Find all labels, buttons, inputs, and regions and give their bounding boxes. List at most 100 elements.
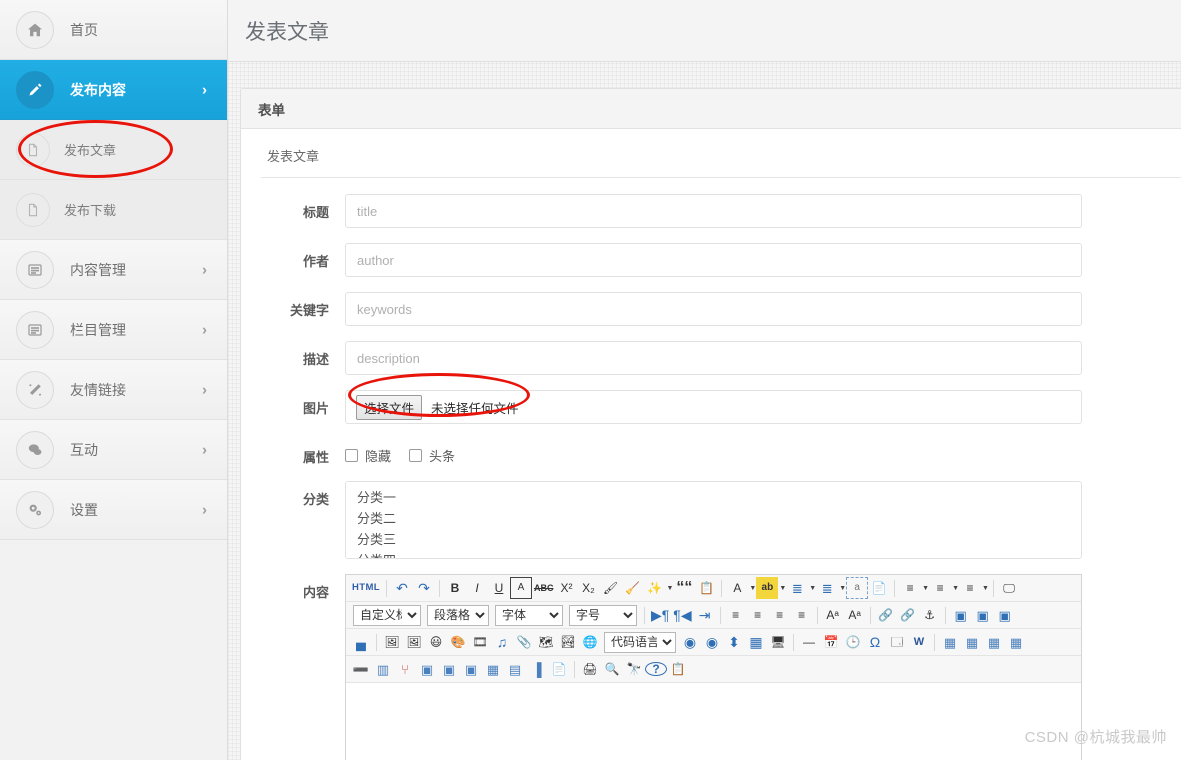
insert-music-icon[interactable]: ♫	[491, 631, 513, 653]
line-height-icon[interactable]: ≡	[959, 577, 981, 599]
image-left-wrap-icon[interactable]: ▣	[950, 604, 972, 626]
layout-icon[interactable]: ▦	[745, 631, 767, 653]
paste-text-icon[interactable]: 📋	[695, 577, 717, 599]
insert-time-icon[interactable]: 🕒	[842, 631, 864, 653]
search-replace-icon[interactable]: 🔭	[623, 658, 645, 680]
emoticon-icon[interactable]: 😃	[425, 631, 447, 653]
editor-content-area[interactable]	[346, 683, 1081, 760]
scrawl-icon[interactable]: 🎨	[447, 631, 469, 653]
category-option[interactable]: 分类二	[357, 507, 1081, 528]
fullscreen-icon[interactable]: 🖵	[998, 577, 1020, 599]
template-icon[interactable]: 🖥	[767, 631, 789, 653]
page-break-icon[interactable]: ⬍	[723, 631, 745, 653]
table-title-icon[interactable]: ▦	[983, 631, 1005, 653]
category-option[interactable]: 分类四	[357, 549, 1081, 559]
font-color-icon[interactable]: A	[726, 577, 748, 599]
description-input[interactable]	[345, 341, 1082, 375]
title-input[interactable]	[345, 194, 1082, 228]
align-left-icon[interactable]: ≡	[725, 604, 747, 626]
delete-col-icon[interactable]: ⑂	[394, 658, 416, 680]
sidebar-item-5[interactable]: 栏目管理 ›	[0, 300, 227, 360]
anchor-icon[interactable]: ⚓	[919, 604, 941, 626]
remove-format-icon[interactable]: 🖌	[599, 577, 621, 599]
source-html-button[interactable]: HTML	[350, 577, 382, 599]
chevron-down-icon[interactable]: ▼	[749, 585, 756, 592]
preview-icon[interactable]: 🔍	[601, 658, 623, 680]
split-rows-icon[interactable]: ▦	[482, 658, 504, 680]
superscript-icon[interactable]: X²	[555, 577, 577, 599]
insert-table-icon[interactable]: ▦	[939, 631, 961, 653]
border-text-icon[interactable]: A	[509, 577, 532, 599]
chevron-down-icon[interactable]: ▼	[779, 585, 786, 592]
sidebar-item-0[interactable]: 首页	[0, 0, 227, 60]
sidebar-item-3[interactable]: 发布下载	[0, 180, 227, 240]
background-icon[interactable]: ◉	[701, 631, 723, 653]
chevron-down-icon[interactable]: ▼	[839, 585, 846, 592]
image-right-wrap-icon[interactable]: ▣	[972, 604, 994, 626]
paragraph-format-select[interactable]: 段落格式	[427, 604, 489, 626]
unordered-list-icon[interactable]: ≣	[816, 577, 838, 599]
split-cols-icon[interactable]: ▤	[504, 658, 526, 680]
font-size-select[interactable]: 字号	[569, 604, 637, 626]
sidebar-item-1[interactable]: 发布内容 ›	[0, 60, 227, 120]
split-cell-icon[interactable]: ▣	[460, 658, 482, 680]
unlink-icon[interactable]: 🔗	[897, 604, 919, 626]
chevron-down-icon[interactable]: ▼	[809, 585, 816, 592]
category-select[interactable]: 分类一分类二分类三分类四	[345, 481, 1082, 559]
anchor-a-icon[interactable]: a	[846, 577, 869, 599]
direction-ltr-icon[interactable]: ▶¶	[649, 604, 671, 626]
ordered-list-icon[interactable]: ≣	[786, 577, 808, 599]
font-family-select[interactable]: 字体	[495, 604, 563, 626]
chevron-down-icon[interactable]: ▼	[666, 585, 673, 592]
checkbox-headline[interactable]: 头条	[409, 446, 455, 465]
blockquote-icon[interactable]: ““	[673, 577, 695, 599]
indent-icon[interactable]: ⇥	[694, 604, 716, 626]
decrease-font-icon[interactable]: Aᵃ	[844, 604, 866, 626]
webapp-icon[interactable]: 🌐	[579, 631, 601, 653]
insert-video-icon[interactable]: 🎞	[469, 631, 491, 653]
choose-file-button[interactable]: 选择文件	[356, 394, 423, 420]
multi-image-upload-icon[interactable]: 🖼	[403, 631, 425, 653]
special-character-icon[interactable]: Ω	[864, 631, 886, 653]
sidebar-item-4[interactable]: 内容管理 ›	[0, 240, 227, 300]
new-document-icon[interactable]: 📄	[868, 577, 890, 599]
align-justify-icon[interactable]: ≡	[791, 604, 813, 626]
file-input-wrapper[interactable]: 选择文件 未选择任何文件	[345, 390, 1082, 424]
image-gallery-icon[interactable]: 🏞	[557, 631, 579, 653]
merge-down-icon[interactable]: ▣	[438, 658, 460, 680]
print-icon[interactable]: 🖨	[579, 658, 601, 680]
format-painter-icon[interactable]: 🧹	[621, 577, 643, 599]
background-color-icon[interactable]: ab	[756, 577, 779, 599]
italic-icon[interactable]: I	[466, 577, 488, 599]
insert-iframe-icon[interactable]: 🗔	[886, 631, 908, 653]
chevron-down-icon[interactable]: ▼	[982, 585, 989, 592]
insert-image-icon[interactable]: 🖼	[381, 631, 403, 653]
category-option[interactable]: 分类一	[357, 486, 1081, 507]
insert-date-icon[interactable]: 📅	[820, 631, 842, 653]
increase-font-icon[interactable]: Aᵃ	[822, 604, 844, 626]
sidebar-item-7[interactable]: 互动 ›	[0, 420, 227, 480]
insert-code-icon[interactable]: ◉	[679, 631, 701, 653]
underline-icon[interactable]: U	[488, 577, 510, 599]
subscript-icon[interactable]: X₂	[577, 577, 599, 599]
redo-icon[interactable]: ↷	[413, 577, 435, 599]
merge-cells-icon[interactable]: ▦	[1005, 631, 1027, 653]
keywords-input[interactable]	[345, 292, 1082, 326]
align-right-icon[interactable]: ≡	[769, 604, 791, 626]
clear-doc-icon[interactable]: 📄	[548, 658, 570, 680]
insert-col-icon[interactable]: ▥	[372, 658, 394, 680]
delete-table-icon[interactable]: ▦	[961, 631, 983, 653]
author-input[interactable]	[345, 243, 1082, 277]
align-bottom-icon[interactable]: ≡	[929, 577, 951, 599]
sidebar-item-6[interactable]: 友情链接 ›	[0, 360, 227, 420]
bold-icon[interactable]: B	[444, 577, 466, 599]
image-center-icon[interactable]: ▣	[994, 604, 1016, 626]
direction-rtl-icon[interactable]: ¶◀	[671, 604, 693, 626]
horizontal-rule-icon[interactable]: —	[798, 631, 820, 653]
table-sort-icon[interactable]: ▐	[526, 658, 548, 680]
sidebar-item-2[interactable]: 发布文章	[0, 120, 227, 180]
align-center-icon[interactable]: ≡	[747, 604, 769, 626]
sidebar-item-8[interactable]: 设置 ›	[0, 480, 227, 540]
undo-icon[interactable]: ↶	[391, 577, 413, 599]
strikethrough-icon[interactable]: ABC	[532, 577, 556, 599]
